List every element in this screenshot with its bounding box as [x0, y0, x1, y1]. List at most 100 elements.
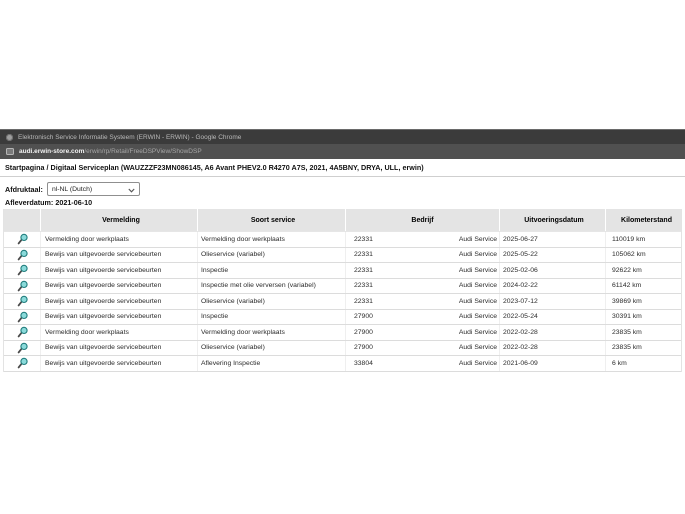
table-header-row: VermeldingSoort serviceBedrijfUitvoering… — [4, 209, 681, 232]
cell-soort-service: Vermelding door werkplaats — [198, 232, 346, 247]
cell-vermelding: Bewijs van uitgevoerde servicebeurten — [41, 310, 198, 325]
cell-bedrijf: 22331 Audi Service — [346, 294, 500, 309]
cell-bedrijf: 33804 Audi Service — [346, 356, 500, 371]
cell-uitvoeringsdatum: 2024-02-22 — [500, 279, 606, 294]
breadcrumb-text: Startpagina / Digitaal Serviceplan (WAUZ… — [5, 163, 424, 172]
cell-vermelding: Bewijs van uitgevoerde servicebeurten — [41, 356, 198, 371]
bedrijf-name: Audi Service — [459, 236, 497, 243]
bedrijf-name: Audi Service — [459, 313, 497, 320]
cell-soort-service: Olieservice (variabel) — [198, 294, 346, 309]
table-row: Bewijs van uitgevoerde servicebeurtenOli… — [4, 341, 681, 357]
table-row: Vermelding door werkplaatsVermelding doo… — [4, 232, 681, 248]
globe-icon — [6, 134, 13, 141]
table-row: Bewijs van uitgevoerde servicebeurtenIns… — [4, 279, 681, 295]
cell-uitvoeringsdatum: 2022-02-28 — [500, 341, 606, 356]
cell-bedrijf: 22331 Audi Service — [346, 263, 500, 278]
cell-bedrijf: 22331 Audi Service — [346, 248, 500, 263]
bedrijf-name: Audi Service — [459, 344, 497, 351]
bedrijf-code: 22331 — [354, 298, 373, 305]
table-row: Bewijs van uitgevoerde servicebeurtenAfl… — [4, 356, 681, 372]
cell-uitvoeringsdatum: 2025-05-22 — [500, 248, 606, 263]
column-header-bedrijf: Bedrijf — [346, 209, 500, 231]
table-row: Bewijs van uitgevoerde servicebeurtenIns… — [4, 310, 681, 326]
cell-uitvoeringsdatum: 2025-06-27 — [500, 232, 606, 247]
cell-soort-service: Olieservice (variabel) — [198, 248, 346, 263]
table-row: Bewijs van uitgevoerde servicebeurtenOli… — [4, 248, 681, 264]
cell-bedrijf: 22331Audi Service — [346, 279, 500, 294]
magnifier-icon[interactable] — [4, 356, 41, 371]
page: Elektronisch Service Informatie Systeem … — [0, 0, 685, 514]
service-table: VermeldingSoort serviceBedrijfUitvoering… — [3, 209, 682, 372]
cell-vermelding: Bewijs van uitgevoerde servicebeurten — [41, 279, 198, 294]
column-header-kilometerstand: Kilometerstand — [606, 209, 681, 231]
url-path: /erwin/rp/Retail/FreeDSPView/ShowDSP — [84, 148, 201, 155]
delivery-date: Afleverdatum: 2021-06-10 — [5, 198, 92, 207]
cell-kilometerstand: 30391 km — [606, 310, 681, 325]
print-language-label: Afdruktaal: — [5, 185, 43, 194]
cell-kilometerstand: 105062 km — [606, 248, 681, 263]
bedrijf-name: Audi Service — [459, 298, 497, 305]
bedrijf-name: Audi Service — [459, 251, 497, 258]
bedrijf-code: 33804 — [354, 360, 373, 367]
cell-vermelding: Bewijs van uitgevoerde servicebeurten — [41, 341, 198, 356]
cell-vermelding: Bewijs van uitgevoerde servicebeurten — [41, 263, 198, 278]
cell-kilometerstand: 6 km — [606, 356, 681, 371]
print-language-select[interactable]: nl-NL (Dutch) — [47, 182, 140, 196]
magnifier-icon[interactable] — [4, 279, 41, 294]
cell-uitvoeringsdatum: 2022-02-28 — [500, 325, 606, 340]
breadcrumb: Startpagina / Digitaal Serviceplan (WAUZ… — [0, 159, 685, 177]
cell-kilometerstand: 110019 km — [606, 232, 681, 247]
bedrijf-code: 27900 — [354, 344, 373, 351]
table-row: Bewijs van uitgevoerde servicebeurtenOli… — [4, 294, 681, 310]
magnifier-icon[interactable] — [4, 310, 41, 325]
bedrijf-code: 22331 — [354, 267, 373, 274]
column-header-vermelding: Vermelding — [41, 209, 198, 231]
cell-soort-service: Olieservice (variabel) — [198, 341, 346, 356]
cell-uitvoeringsdatum: 2025-02-06 — [500, 263, 606, 278]
cell-uitvoeringsdatum: 2022-05-24 — [500, 310, 606, 325]
bedrijf-code: 27900 — [354, 313, 373, 320]
cell-bedrijf: 22331 Audi Service — [346, 232, 500, 247]
cell-kilometerstand: 23835 km — [606, 325, 681, 340]
magnifier-icon[interactable] — [4, 341, 41, 356]
magnifier-icon[interactable] — [4, 263, 41, 278]
page-icon — [6, 148, 14, 155]
cell-soort-service: Inspectie met olie verversen (variabel) — [198, 279, 346, 294]
cell-kilometerstand: 23835 km — [606, 341, 681, 356]
bedrijf-code: 22331 — [354, 236, 373, 243]
chevron-down-icon — [128, 180, 135, 198]
cell-soort-service: Inspectie — [198, 310, 346, 325]
table-row: Vermelding door werkplaatsVermelding doo… — [4, 325, 681, 341]
address-bar[interactable]: audi.erwin-store.com/erwin/rp/Retail/Fre… — [0, 144, 685, 159]
magnifier-icon[interactable] — [4, 248, 41, 263]
table-row: Bewijs van uitgevoerde servicebeurtenIns… — [4, 263, 681, 279]
cell-kilometerstand: 39869 km — [606, 294, 681, 309]
print-language-row: Afdruktaal: nl-NL (Dutch) — [5, 181, 140, 197]
bedrijf-code: 22331 — [354, 251, 373, 258]
cell-bedrijf: 27900 Audi Service — [346, 325, 500, 340]
column-header-uitvoeringsdatum: Uitvoeringsdatum — [500, 209, 606, 231]
cell-bedrijf: 27900 Audi Service — [346, 341, 500, 356]
cell-bedrijf: 27900 Audi Service — [346, 310, 500, 325]
window-title: Elektronisch Service Informatie Systeem … — [18, 134, 241, 141]
url-domain: audi.erwin-store.com — [19, 148, 84, 155]
magnifier-icon[interactable] — [4, 325, 41, 340]
cell-uitvoeringsdatum: 2021-06-09 — [500, 356, 606, 371]
cell-vermelding: Bewijs van uitgevoerde servicebeurten — [41, 294, 198, 309]
window-titlebar: Elektronisch Service Informatie Systeem … — [0, 129, 685, 144]
bedrijf-code: 22331 — [354, 282, 373, 289]
column-header-soort-service: Soort service — [198, 209, 346, 231]
bedrijf-code: 27900 — [354, 329, 373, 336]
bedrijf-name: Audi Service — [459, 360, 497, 367]
bedrijf-name: Audi Service — [459, 267, 497, 274]
cell-uitvoeringsdatum: 2023-07-12 — [500, 294, 606, 309]
cell-vermelding: Bewijs van uitgevoerde servicebeurten — [41, 248, 198, 263]
column-header-actions — [4, 209, 41, 231]
magnifier-icon[interactable] — [4, 232, 41, 247]
cell-kilometerstand: 61142 km — [606, 279, 681, 294]
magnifier-icon[interactable] — [4, 294, 41, 309]
cell-soort-service: Inspectie — [198, 263, 346, 278]
bedrijf-name: Audi Service — [459, 329, 497, 336]
cell-soort-service: Vermelding door werkplaats — [198, 325, 346, 340]
cell-soort-service: Aflevering Inspectie — [198, 356, 346, 371]
